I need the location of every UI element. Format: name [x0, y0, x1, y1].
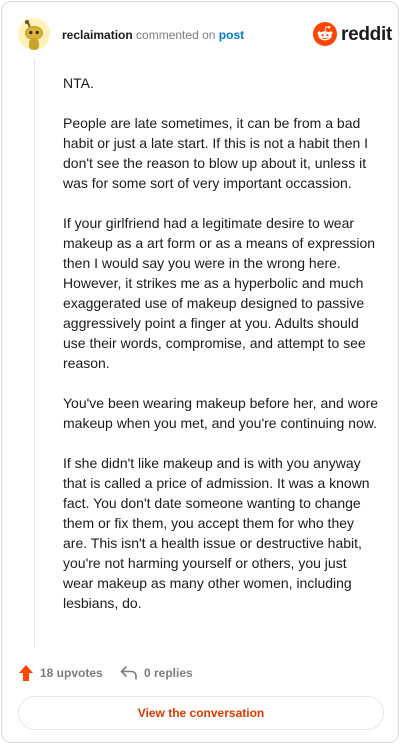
replies-button[interactable]: 0 replies — [120, 662, 193, 684]
upvote-arrow-icon — [18, 664, 34, 682]
comment-paragraph: NTA. — [63, 75, 94, 91]
comment-paragraph: If your girlfriend had a legitimate desi… — [63, 215, 376, 371]
view-conversation-button[interactable]: View the conversation — [18, 696, 384, 730]
snoo-avatar-icon[interactable] — [18, 18, 50, 50]
comment-card: reclaimation commented on post reddit NT… — [1, 1, 399, 743]
comment-actions: 18 upvotes 0 replies — [18, 662, 378, 684]
comment-paragraph: People are late sometimes, it can be fro… — [63, 115, 369, 191]
comment-paragraph: If she didn't like makeup and is with yo… — [63, 455, 370, 611]
replies-count: 0 replies — [144, 666, 193, 680]
comment-paragraph: You've been wearing makeup before her, a… — [63, 395, 379, 431]
view-conversation-label: View the conversation — [137, 706, 265, 720]
username-link[interactable]: reclaimation — [62, 28, 133, 42]
reply-arrow-icon — [120, 665, 138, 681]
comment-body: NTA. People are late sometimes, it can b… — [63, 73, 379, 633]
comment-header: reclaimation commented on post reddit — [2, 2, 400, 66]
upvotes-count: 18 upvotes — [40, 666, 103, 680]
reddit-wordmark: reddit — [341, 24, 392, 45]
comment-meta: reclaimation commented on post — [62, 27, 244, 43]
reddit-logo-icon — [313, 22, 337, 46]
upvote-button[interactable]: 18 upvotes — [18, 662, 103, 684]
thread-line — [34, 58, 35, 648]
post-link[interactable]: post — [219, 28, 244, 42]
reddit-brand[interactable]: reddit — [313, 22, 392, 48]
action-text: commented on — [136, 28, 216, 42]
